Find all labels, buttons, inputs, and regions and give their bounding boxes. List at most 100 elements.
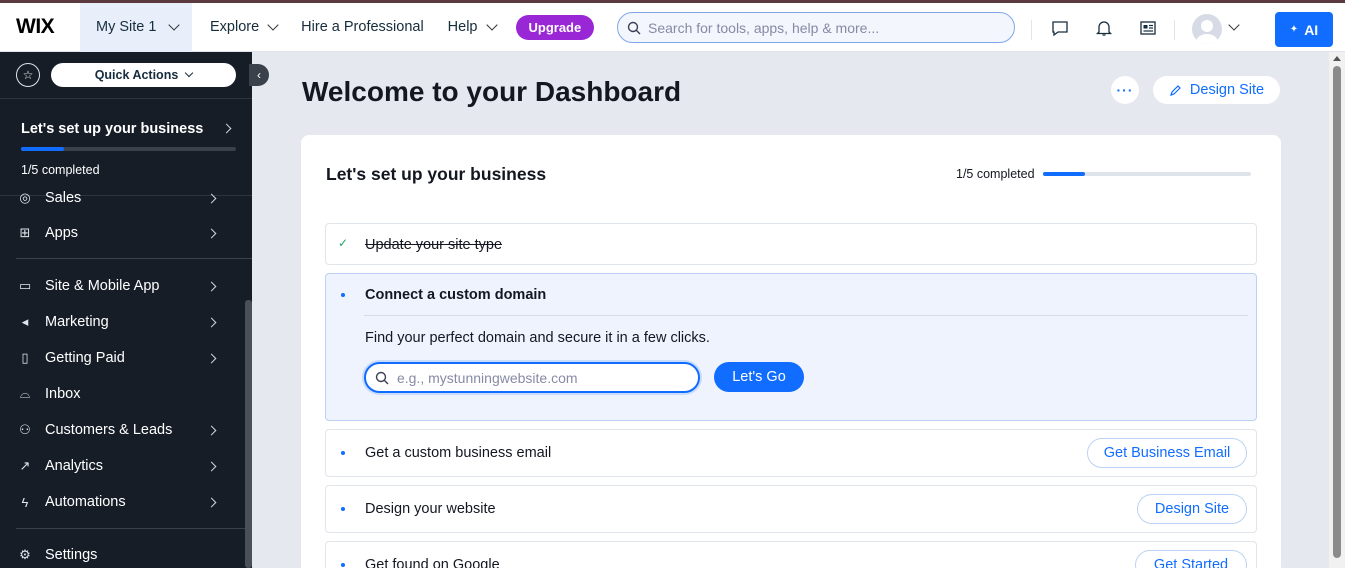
- nav-explore-label: Explore: [210, 19, 260, 35]
- chat-icon[interactable]: [1048, 16, 1072, 40]
- chevron-right-icon: [206, 317, 217, 327]
- site-selector[interactable]: My Site 1: [80, 2, 192, 52]
- step-connect-domain: Connect a custom domain Find your perfec…: [325, 273, 1257, 421]
- sidebar-item-customers-leads[interactable]: ⚇ Customers & Leads: [0, 412, 245, 448]
- design-site-label: Design Site: [1189, 82, 1265, 98]
- wix-logo[interactable]: WIX: [0, 15, 80, 39]
- customers-icon: ⚇: [19, 422, 31, 437]
- upgrade-button[interactable]: Upgrade: [515, 14, 595, 40]
- nav-hire-professional[interactable]: Hire a Professional: [289, 19, 436, 35]
- step-design-website[interactable]: Design your website Design Site: [325, 485, 1257, 533]
- analytics-icon: ↗: [19, 458, 31, 473]
- search-icon: [627, 21, 641, 35]
- chevron-down-icon: [485, 19, 498, 31]
- scroll-up-icon[interactable]: [1333, 56, 1341, 61]
- quick-actions-button[interactable]: Quick Actions: [51, 63, 236, 87]
- quick-actions-label: Quick Actions: [94, 68, 179, 82]
- step-label[interactable]: Connect a custom domain: [365, 287, 546, 303]
- ai-button[interactable]: ✦ AI: [1275, 12, 1333, 47]
- step-update-site-type[interactable]: ✓ Update your site type: [325, 223, 1257, 265]
- chevron-right-icon: [206, 353, 217, 363]
- page-scrollbar[interactable]: [1329, 52, 1345, 568]
- sidebar-item-label: Automations: [45, 494, 126, 510]
- gear-icon: ⚙: [19, 547, 31, 562]
- sidebar-item-getting-paid[interactable]: ▯ Getting Paid: [0, 340, 245, 376]
- pencil-icon: [1169, 84, 1181, 96]
- nav-help[interactable]: Help: [436, 19, 508, 35]
- sidebar-item-label: Inbox: [45, 386, 81, 402]
- step-label: Update your site type: [365, 237, 503, 253]
- chevron-right-icon: [206, 425, 217, 435]
- chevron-right-icon: [206, 461, 217, 471]
- more-actions-button[interactable]: ···: [1111, 76, 1139, 104]
- bell-icon[interactable]: [1092, 16, 1116, 40]
- sidebar-item-apps[interactable]: ⊞ Apps: [0, 215, 245, 251]
- chevron-right-icon: [206, 497, 217, 507]
- setup-progress-text: 1/5 completed: [21, 163, 100, 177]
- chevron-right-icon: [206, 281, 217, 291]
- search-placeholder: Search for tools, apps, help & more...: [648, 19, 880, 36]
- avatar[interactable]: [1192, 14, 1222, 44]
- chevron-down-icon[interactable]: [1228, 19, 1240, 31]
- step-business-email[interactable]: Get a custom business email Get Business…: [325, 429, 1257, 477]
- apps-icon: ⊞: [19, 225, 31, 240]
- bullet-icon: [341, 507, 345, 511]
- sidebar-item-label: Marketing: [45, 314, 109, 330]
- get-started-button[interactable]: Get Started: [1135, 550, 1247, 568]
- search-icon: [375, 371, 389, 385]
- get-business-email-button[interactable]: Get Business Email: [1087, 438, 1247, 468]
- divider: [16, 258, 252, 259]
- divider: [1031, 20, 1032, 40]
- chevron-down-icon: [168, 19, 181, 31]
- site-selector-label: My Site 1: [96, 19, 157, 35]
- sidebar-item-label: Analytics: [45, 458, 104, 474]
- collapse-sidebar-button[interactable]: ‹: [249, 64, 269, 86]
- domain-input-placeholder: e.g., mystunningwebsite.com: [397, 369, 578, 386]
- domain-search-input[interactable]: e.g., mystunningwebsite.com: [364, 362, 700, 393]
- design-site-button[interactable]: Design Site: [1153, 76, 1280, 104]
- chevron-right-icon: [206, 228, 217, 238]
- bullet-icon: [341, 451, 345, 455]
- design-site-step-button[interactable]: Design Site: [1137, 494, 1247, 524]
- chevron-down-icon: [267, 19, 279, 31]
- inbox-icon: ⌓: [19, 386, 31, 401]
- divider: [364, 315, 1248, 316]
- sidebar-item-marketing[interactable]: ◂ Marketing: [0, 304, 245, 340]
- nav-hire-label: Hire a Professional: [301, 19, 424, 35]
- sidebar-item-settings[interactable]: ⚙ Settings: [0, 537, 245, 568]
- page-title: Welcome to your Dashboard: [302, 76, 682, 107]
- setup-card-progress-bar: [1043, 172, 1251, 176]
- scrollbar-thumb[interactable]: [1333, 66, 1341, 558]
- top-bar: WIX My Site 1 Explore Hire a Professiona…: [0, 0, 1345, 52]
- sidebar-item-analytics[interactable]: ↗ Analytics: [0, 448, 245, 484]
- chevron-down-icon: [185, 68, 194, 78]
- automations-icon: ϟ: [21, 494, 29, 510]
- setup-card: Let's set up your business 1/5 completed…: [301, 135, 1281, 568]
- divider: [1174, 20, 1175, 40]
- sales-icon: ◎: [19, 190, 31, 205]
- sidebar-item-label: Sales: [45, 190, 82, 206]
- payment-icon: ▯: [21, 350, 29, 365]
- nav-help-label: Help: [447, 19, 478, 35]
- step-label: Get a custom business email: [365, 445, 552, 461]
- setup-card-progress-text: 1/5 completed: [956, 167, 1035, 181]
- sidebar-item-inbox[interactable]: ⌓ Inbox: [0, 376, 245, 412]
- setup-title: Let's set up your business: [21, 121, 204, 137]
- sidebar-header: ☆ Quick Actions: [0, 52, 252, 99]
- lets-go-button[interactable]: Let's Go: [714, 362, 804, 392]
- bullet-icon: [341, 563, 345, 567]
- news-icon[interactable]: [1136, 16, 1160, 40]
- sidebar-item-automations[interactable]: ϟ Automations: [0, 484, 245, 520]
- star-icon[interactable]: ☆: [16, 63, 40, 87]
- sidebar: ☆ Quick Actions Let's set up your busine…: [0, 52, 252, 568]
- step-label: Design your website: [365, 501, 496, 517]
- sidebar-item-label: Getting Paid: [45, 350, 125, 366]
- sidebar-item-site-mobile-app[interactable]: ▭ Site & Mobile App: [0, 268, 245, 304]
- nav-explore[interactable]: Explore: [198, 19, 289, 35]
- sidebar-scrollbar[interactable]: [245, 300, 252, 568]
- search-input[interactable]: Search for tools, apps, help & more...: [617, 12, 1015, 43]
- step-get-found-google[interactable]: Get found on Google Get Started: [325, 541, 1257, 568]
- sidebar-item-label: Apps: [45, 225, 79, 241]
- sidebar-item-sales[interactable]: ◎ Sales: [0, 180, 245, 216]
- divider: [16, 528, 252, 529]
